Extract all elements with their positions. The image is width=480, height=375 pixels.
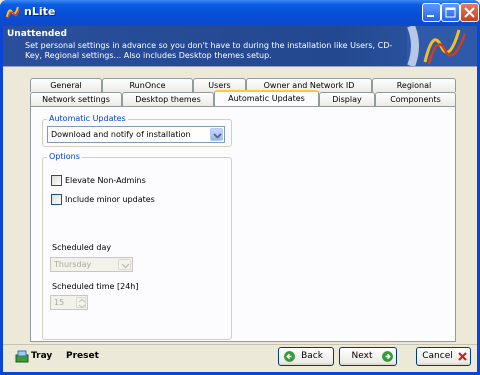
header-banner: Unattended Set personal settings in adva… [3,26,477,66]
include-minor-updates-label[interactable]: Include minor updates [65,194,155,205]
tray-icon[interactable] [15,349,29,363]
tab-runonce[interactable]: RunOnce [102,78,193,92]
tab-automatic-updates[interactable]: Automatic Updates [214,90,319,106]
minimize-button[interactable] [422,3,441,22]
elevate-non-admins-checkbox[interactable] [51,175,62,186]
next-button-label: Next [351,351,373,361]
next-button[interactable]: Next [339,347,397,366]
tab-network-settings[interactable]: Network settings [30,92,122,106]
automatic-updates-panel: Automatic Updates Download and notify of… [30,106,456,342]
scheduled-time-value: 15 [54,298,65,307]
options-group: Options Elevate Non-Admins Include minor… [42,152,232,340]
title-bar[interactable]: nLite [0,0,480,26]
automatic-updates-group: Automatic Updates Download and notify of… [42,114,232,147]
tab-display[interactable]: Display [319,92,375,106]
tray-link[interactable]: Tray [31,351,52,361]
close-button[interactable] [460,3,479,22]
include-minor-updates-checkbox[interactable] [51,194,62,205]
scheduled-day-value: Thursday [54,260,92,269]
automatic-updates-group-label: Automatic Updates [47,114,128,124]
options-group-label: Options [47,152,82,162]
cancel-button[interactable]: Cancel [416,347,471,366]
elevate-non-admins-label[interactable]: Elevate Non-Admins [65,175,146,186]
update-mode-value: Download and notify of installation [51,130,191,139]
banner-divider [3,66,477,67]
tab-desktop-themes[interactable]: Desktop themes [122,92,214,106]
page-title: Unattended [7,29,67,39]
tab-general[interactable]: General [30,78,102,92]
maximize-icon [445,7,456,18]
tab-regional[interactable]: Regional [372,78,456,92]
preset-link[interactable]: Preset [66,351,99,361]
close-icon [464,7,475,18]
window-title: nLite [24,5,56,18]
nlite-icon [6,6,20,19]
app-window: nLite Unattended Set personal settings i… [0,0,480,375]
client-area: Unattended Set personal settings in adva… [3,26,477,372]
back-button[interactable]: Back [278,347,334,366]
cancel-x-icon [458,352,467,361]
chevron-down-icon[interactable] [210,128,223,141]
minimize-icon [427,15,434,17]
back-arrow-icon [284,351,295,362]
update-mode-select[interactable]: Download and notify of installation [47,126,225,143]
scheduled-time-spinner[interactable]: 15 [50,295,88,310]
tab-components[interactable]: Components [375,92,456,106]
scheduled-day-select[interactable]: Thursday [50,257,133,272]
nlite-logo [407,26,477,66]
page-description: Set personal settings in advance so you … [25,41,393,60]
scheduled-time-label: Scheduled time [24h] [52,282,139,291]
spinner-arrows-icon[interactable] [76,297,86,309]
scheduled-day-label: Scheduled day [52,243,112,252]
footer-divider [3,344,477,345]
maximize-button[interactable] [441,3,460,22]
next-arrow-icon [382,351,393,362]
chevron-down-icon[interactable] [118,259,131,270]
